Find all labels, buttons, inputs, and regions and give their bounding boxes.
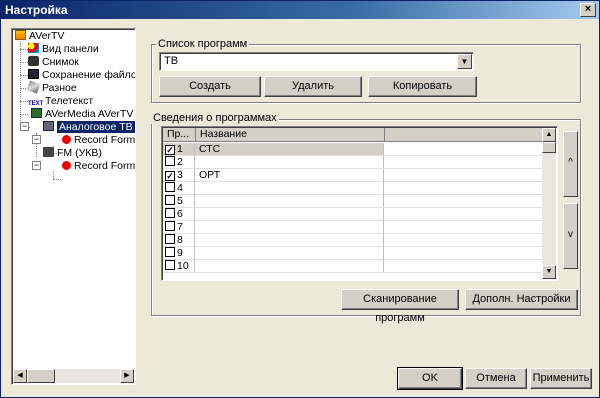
channel-checkbox[interactable] [165, 182, 175, 192]
camera-icon [28, 56, 39, 66]
channel-checkbox[interactable] [165, 221, 175, 231]
record-icon [62, 161, 71, 170]
channel-checkbox[interactable] [165, 156, 175, 166]
tree-item-snapshot[interactable]: Снимок [28, 56, 79, 69]
ok-button[interactable]: OK [397, 367, 463, 390]
settings-tree[interactable]: − − − AVerTV Вид панели Снимок Сохранени… [11, 28, 136, 385]
channel-checkbox[interactable]: ✓ [165, 171, 175, 181]
tv-icon [43, 121, 54, 131]
advanced-settings-button[interactable]: Дополн. Настройки [465, 289, 578, 310]
table-row[interactable]: 9 [163, 247, 545, 260]
channel-checkbox[interactable] [165, 208, 175, 218]
table-row[interactable]: 8 [163, 234, 545, 247]
device-icon [31, 108, 42, 118]
scroll-down-icon[interactable]: ▼ [542, 265, 556, 279]
table-row[interactable]: 4 [163, 182, 545, 195]
scan-programs-button[interactable]: Сканирование программ [341, 289, 459, 324]
column-header-name[interactable]: Название [196, 128, 385, 142]
settings-window: Настройка × − − − AVerTV Вид панели Сним… [0, 0, 600, 398]
move-down-button[interactable]: v [563, 203, 578, 269]
channel-checkbox[interactable] [165, 247, 175, 257]
collapse-fm-icon[interactable]: − [32, 161, 41, 170]
scroll-left-icon[interactable]: ◀ [13, 369, 27, 383]
move-up-button[interactable]: ^ [563, 131, 578, 197]
grid-vertical-scrollbar[interactable]: ▲ ▼ [542, 128, 556, 279]
record-icon [62, 135, 71, 144]
program-list-combo[interactable]: ТВ ▼ [159, 52, 474, 71]
collapse-device-icon[interactable]: − [20, 122, 29, 131]
title-bar: Настройка × [1, 1, 599, 19]
scroll-thumb[interactable] [542, 142, 556, 153]
table-row[interactable]: 2 [163, 156, 545, 169]
table-row[interactable]: 5 [163, 195, 545, 208]
create-button[interactable]: Создать [159, 76, 261, 97]
scroll-thumb[interactable] [27, 369, 55, 383]
tree-horizontal-scrollbar[interactable]: ◀ ▶ [13, 369, 134, 383]
tree-item-save-files[interactable]: Сохранение файлов [28, 69, 135, 82]
program-info-legend: Сведения о программах [151, 112, 279, 124]
radio-icon [43, 147, 54, 157]
scroll-up-icon[interactable]: ▲ [542, 128, 556, 142]
app-icon [15, 30, 26, 40]
close-icon[interactable]: × [580, 3, 596, 17]
channel-checkbox[interactable]: ✓ [165, 145, 175, 155]
chevron-down-icon[interactable]: ▼ [457, 54, 472, 69]
program-list-legend: Список программ [156, 38, 250, 50]
program-list-value: ТВ [164, 55, 179, 67]
scroll-right-icon[interactable]: ▶ [120, 369, 134, 383]
program-grid[interactable]: Пр... Название ✓1 СТС 2 ✓3 ОРТ 4 5 6 7 [161, 126, 558, 281]
table-row[interactable]: ✓ 3 ОРТ [163, 169, 545, 182]
column-header-number[interactable]: Пр... [163, 128, 196, 142]
tree-item-fm[interactable]: FM (УКВ) [43, 147, 102, 160]
tree-item-avertv[interactable]: AVerTV [15, 30, 64, 43]
table-row[interactable]: 6 [163, 208, 545, 221]
save-icon [28, 69, 39, 79]
cancel-button[interactable]: Отмена [465, 368, 527, 389]
window-title: Настройка [5, 3, 68, 17]
collapse-analog-tv-icon[interactable]: − [32, 135, 41, 144]
column-header-extra[interactable] [385, 128, 545, 142]
tree-item-record-format-fm[interactable]: Record Forma [62, 160, 135, 173]
channel-checkbox[interactable] [165, 260, 175, 270]
panel-icon [28, 43, 39, 53]
tree-item-panel-view[interactable]: Вид панели [28, 43, 99, 56]
tree-item-teletext[interactable]: TEXT Телетекст [28, 95, 93, 108]
tree-item-analog-tv[interactable]: Аналоговое ТВ [43, 121, 135, 134]
table-row[interactable]: 7 [163, 221, 545, 234]
misc-icon [26, 80, 41, 94]
tree-item-device[interactable]: AVerMedia AVerTV M [31, 108, 135, 121]
apply-button[interactable]: Применить [530, 368, 592, 389]
table-row[interactable]: ✓ 1 СТС [163, 143, 545, 156]
delete-button[interactable]: Удалить [264, 76, 362, 97]
tree-item-misc[interactable]: Разное [26, 80, 77, 95]
channel-checkbox[interactable] [165, 234, 175, 244]
tree-item-record-format-tv[interactable]: Record Forma [62, 134, 135, 147]
table-row[interactable]: 10 [163, 260, 545, 273]
copy-button[interactable]: Копировать [368, 76, 477, 97]
channel-checkbox[interactable] [165, 195, 175, 205]
